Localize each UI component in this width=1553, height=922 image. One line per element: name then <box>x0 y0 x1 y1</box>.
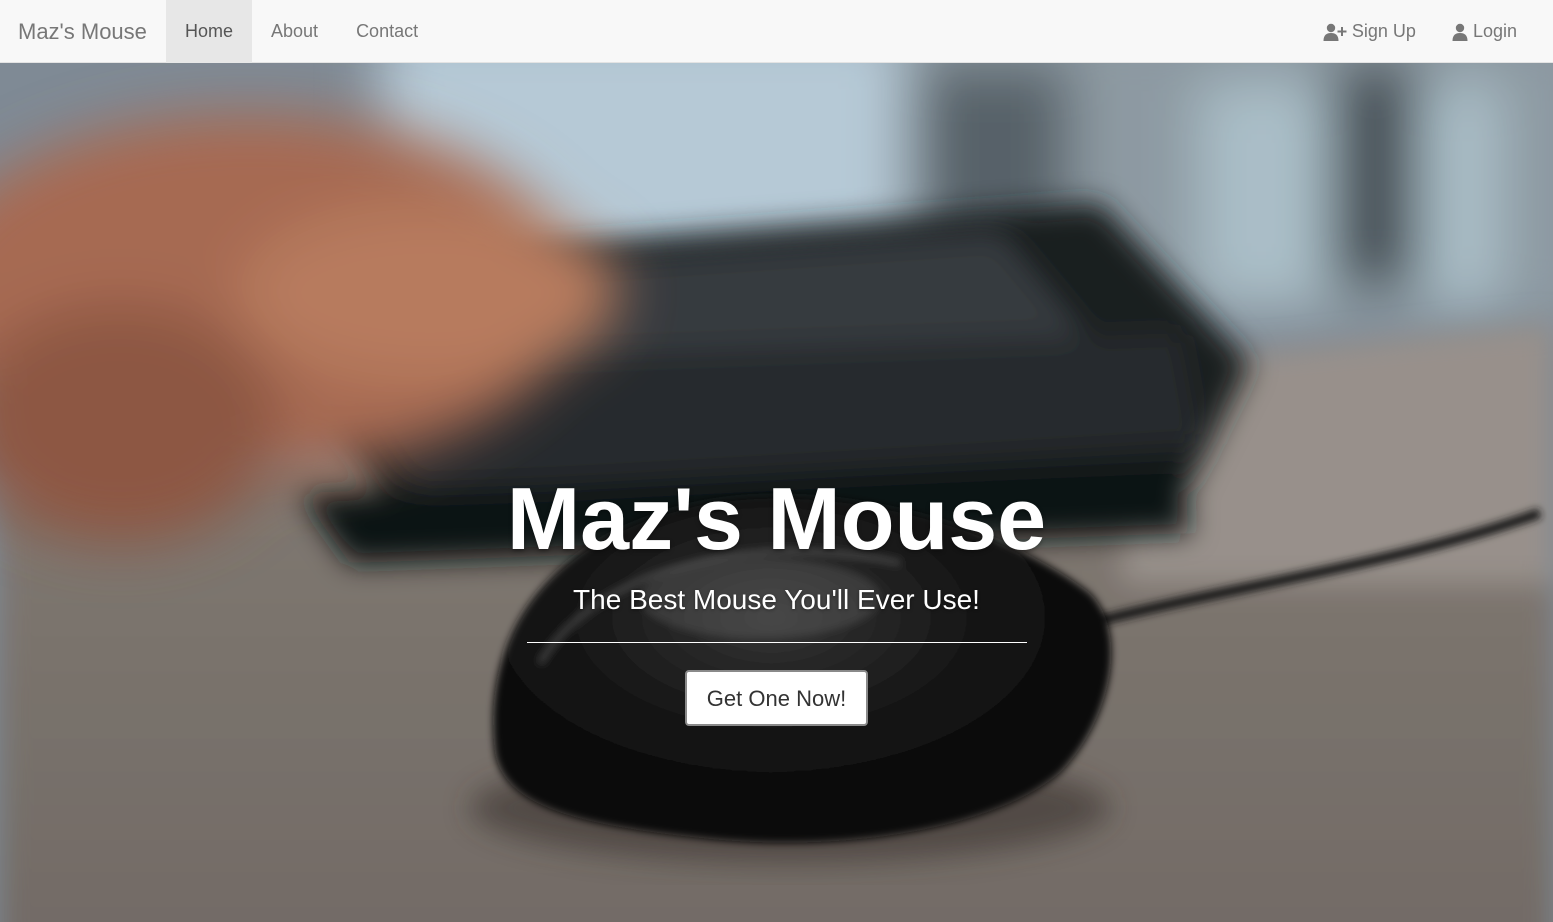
user-plus-icon <box>1323 23 1347 41</box>
nav-item-label: About <box>271 21 319 41</box>
hero-subtitle: The Best Mouse You'll Ever Use! <box>573 584 980 615</box>
top-navbar: Maz's Mouse Home About Contact Sign Up L… <box>0 0 1553 63</box>
nav-links-left: Home About Contact <box>166 0 437 63</box>
nav-item-home[interactable]: Home <box>166 0 253 63</box>
hero-title: Maz's Mouse <box>506 469 1047 568</box>
hero-content: Maz's Mouse The Best Mouse You'll Ever U… <box>0 473 1553 726</box>
user-icon <box>1452 23 1468 41</box>
nav-item-about[interactable]: About <box>252 0 337 63</box>
hero-divider <box>526 642 1027 643</box>
nav-item-label: Login <box>1472 21 1517 41</box>
nav-item-contact[interactable]: Contact <box>337 0 437 63</box>
page: Maz's Mouse Home About Contact Sign Up L… <box>0 0 1553 922</box>
nav-item-login[interactable]: Login <box>1434 0 1535 63</box>
get-one-now-button[interactable]: Get One Now! <box>684 670 869 726</box>
nav-item-label: Sign Up <box>1351 21 1416 41</box>
nav-item-sign-up[interactable]: Sign Up <box>1305 0 1434 63</box>
nav-item-label: Contact <box>356 21 419 41</box>
nav-item-label: Home <box>185 21 234 41</box>
nav-links-right: Sign Up Login <box>1305 0 1535 63</box>
hero-section: Maz's Mouse The Best Mouse You'll Ever U… <box>0 63 1553 922</box>
brand-link[interactable]: Maz's Mouse <box>18 0 147 63</box>
